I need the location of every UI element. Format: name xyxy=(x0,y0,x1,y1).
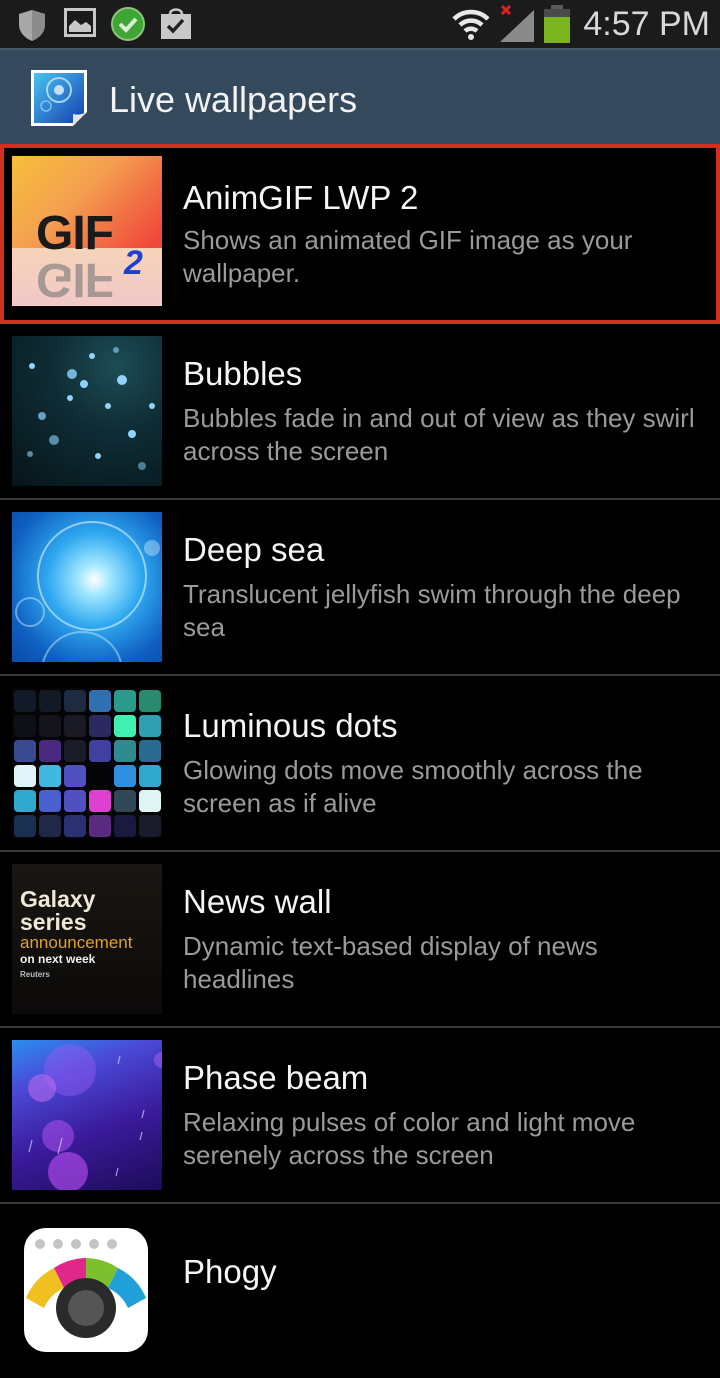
luminous-dot xyxy=(14,815,36,837)
luminous-dot xyxy=(39,740,61,762)
shopping-bag-check-icon xyxy=(161,8,191,39)
luminous-dot xyxy=(139,740,161,762)
wallpaper-name: Bubbles xyxy=(183,355,303,392)
wallpaper-name: AnimGIF LWP 2 xyxy=(183,179,419,216)
luminous-dot xyxy=(139,715,161,737)
luminous-dot xyxy=(89,765,111,787)
animgif-thumbnail: GIF GIF 2 xyxy=(12,156,162,306)
phogy-camera-graphic xyxy=(26,1239,146,1338)
wallpaper-description: Glowing dots move smoothly across the sc… xyxy=(183,755,643,818)
luminous-dot xyxy=(139,690,161,712)
luminous-dots-thumbnail xyxy=(12,688,162,838)
luminous-dot xyxy=(39,715,61,737)
luminous-dot xyxy=(89,715,111,737)
wallpaper-description: Dynamic text-based display of news headl… xyxy=(183,931,598,994)
luminous-dot xyxy=(114,815,136,837)
luminous-dots-graphic xyxy=(14,690,161,837)
luminous-dot xyxy=(114,690,136,712)
luminous-dot xyxy=(114,790,136,812)
wallpaper-description: Shows an animated GIF image as your wall… xyxy=(183,225,633,288)
luminous-dot xyxy=(64,690,86,712)
luminous-dot xyxy=(39,815,61,837)
wifi-icon xyxy=(452,9,490,40)
luminous-dot xyxy=(114,715,136,737)
page-title: Live wallpapers xyxy=(109,79,358,120)
wallpaper-description: Translucent jellyfish swim through the d… xyxy=(183,579,681,642)
wallpaper-name: Phogy xyxy=(183,1253,277,1290)
wallpaper-list: GIF GIF 2 AnimGIF LWP 2 Shows an animate… xyxy=(0,144,720,1378)
wallpaper-item-luminous-dots[interactable]: Luminous dots Glowing dots move smoothly… xyxy=(0,676,720,850)
bubbles-graphic xyxy=(27,347,155,470)
luminous-dot xyxy=(64,765,86,787)
luminous-dot xyxy=(64,740,86,762)
luminous-dot xyxy=(89,690,111,712)
luminous-dot xyxy=(139,815,161,837)
phase-beam-thumbnail xyxy=(12,1040,162,1190)
wallpaper-item-animgif-lwp-2[interactable]: GIF GIF 2 AnimGIF LWP 2 Shows an animate… xyxy=(0,144,720,324)
wallpaper-name: News wall xyxy=(183,883,332,920)
wallpaper-item-phogy[interactable]: Phogy xyxy=(0,1204,720,1378)
luminous-dot xyxy=(39,790,61,812)
luminous-dot xyxy=(14,715,36,737)
luminous-dot xyxy=(89,815,111,837)
shield-icon xyxy=(19,10,45,41)
wallpaper-item-phase-beam[interactable]: Phase beam Relaxing pulses of color and … xyxy=(0,1028,720,1202)
wallpaper-description: Bubbles fade in and out of view as they … xyxy=(183,403,695,466)
wallpaper-item-bubbles[interactable]: Bubbles Bubbles fade in and out of view … xyxy=(0,324,720,498)
luminous-dot xyxy=(14,740,36,762)
luminous-dot xyxy=(14,765,36,787)
luminous-dot xyxy=(114,740,136,762)
luminous-dot xyxy=(89,790,111,812)
wallpaper-name: Luminous dots xyxy=(183,707,398,744)
luminous-dot xyxy=(39,690,61,712)
luminous-dot xyxy=(139,765,161,787)
luminous-dot xyxy=(64,790,86,812)
luminous-dot xyxy=(89,740,111,762)
wallpaper-description: Relaxing pulses of color and light move … xyxy=(183,1107,636,1170)
image-icon xyxy=(64,8,96,37)
wallpaper-item-news-wall[interactable]: Galaxy series announcement on next week … xyxy=(0,852,720,1026)
action-bar: Live wallpapers xyxy=(0,48,720,144)
phase-beam-graphic xyxy=(28,1044,162,1190)
luminous-dot xyxy=(114,765,136,787)
jellyfish-graphic xyxy=(15,521,160,662)
signal-no-service-icon xyxy=(500,4,534,42)
luminous-dot xyxy=(139,790,161,812)
wallpaper-name: Deep sea xyxy=(183,531,325,568)
live-wallpaper-app-icon[interactable] xyxy=(31,70,87,126)
news-wall-thumbnail: Galaxy series announcement on next week … xyxy=(12,864,162,1014)
bubbles-thumbnail xyxy=(12,336,162,486)
luminous-dot xyxy=(14,690,36,712)
luminous-dot xyxy=(64,815,86,837)
wallpaper-name: Phase beam xyxy=(183,1059,369,1096)
wallpaper-item-deep-sea[interactable]: Deep sea Translucent jellyfish swim thro… xyxy=(0,500,720,674)
luminous-dot xyxy=(64,715,86,737)
phogy-thumbnail xyxy=(24,1228,148,1352)
check-circle-icon xyxy=(111,7,145,41)
luminous-dot xyxy=(14,790,36,812)
clock: 4:57 PM xyxy=(583,5,710,43)
deep-sea-thumbnail xyxy=(12,512,162,662)
status-bar: 4:57 PM xyxy=(0,0,720,48)
luminous-dot xyxy=(39,765,61,787)
battery-icon xyxy=(544,5,570,43)
